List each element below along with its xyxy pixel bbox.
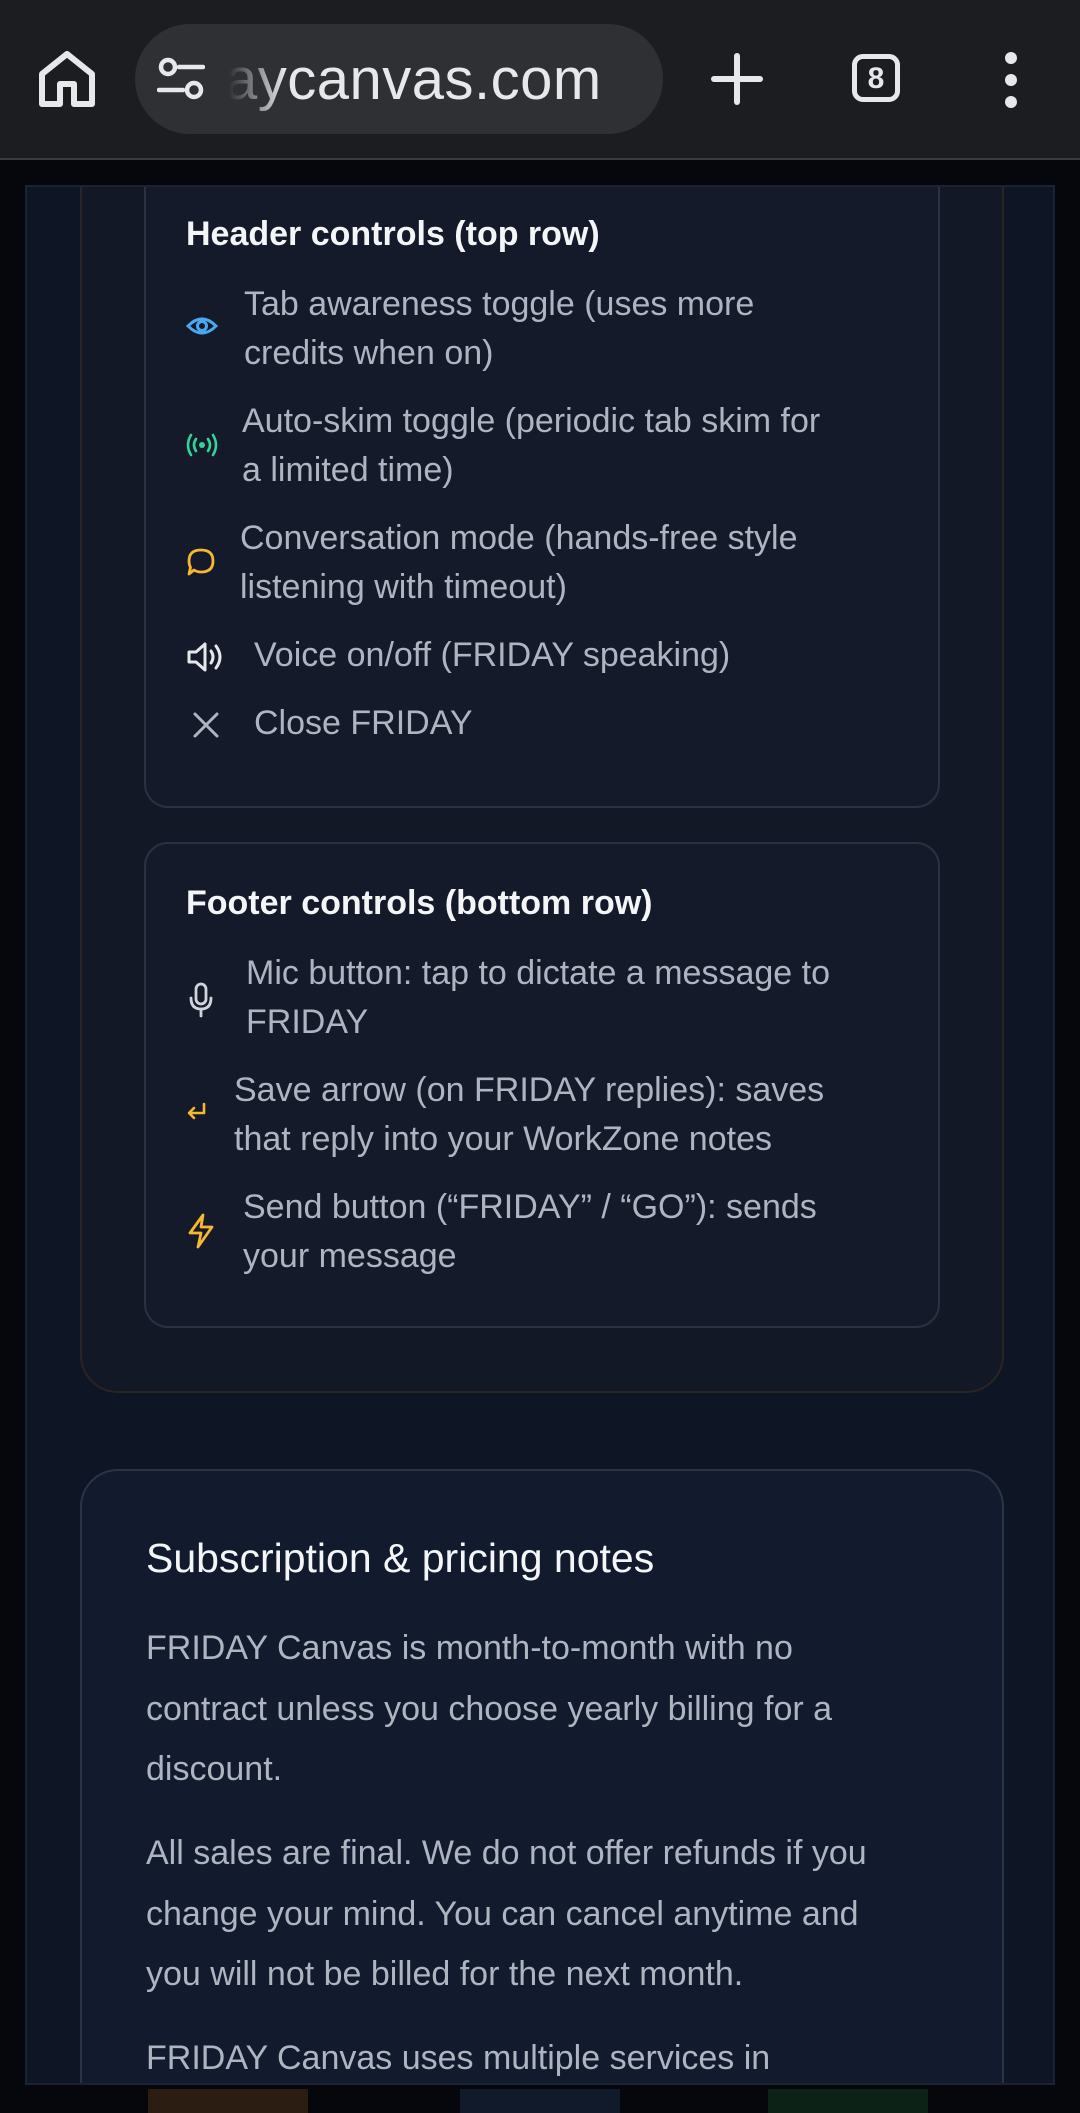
header-controls-card: Header controls (top row) Tab awareness … (144, 187, 940, 808)
list-item-text: Voice on/off (FRIDAY speaking) (254, 636, 731, 674)
speaker-icon (186, 640, 228, 679)
list-item-text: FRIDAY (246, 1003, 369, 1041)
mic-icon (186, 982, 216, 1023)
address-bar[interactable]: aycanvas.com (135, 24, 663, 134)
home-icon[interactable] (34, 46, 100, 112)
strip-segment (768, 2089, 928, 2113)
bottom-strip (0, 2085, 1080, 2113)
list-item-text: that reply into your WorkZone notes (234, 1120, 772, 1158)
list-item-text: Close FRIDAY (254, 704, 473, 742)
close-icon (192, 711, 220, 744)
more-vert-icon[interactable] (996, 50, 1026, 110)
list-item-text: Send button (“FRIDAY” / “GO”): sends (243, 1188, 817, 1226)
paragraph-line: FRIDAY Canvas uses multiple services in (146, 2039, 771, 2077)
subscription-card: Subscription & pricing notes FRIDAY Canv… (80, 1469, 1004, 2083)
broadcast-icon (186, 432, 218, 463)
paragraph-line: contract unless you choose yearly billin… (146, 1689, 833, 1728)
tune-icon[interactable] (156, 56, 206, 102)
subscription-paragraph: FRIDAY Canvas uses multiple services in (146, 2028, 946, 2083)
footer-controls-title: Footer controls (bottom row) (186, 884, 653, 922)
list-item-text: Mic button: tap to dictate a message to (246, 954, 830, 992)
tabs-icon[interactable]: 8 (852, 54, 900, 102)
browser-toolbar: aycanvas.com 8 (0, 0, 1080, 160)
paragraph-line: discount. (146, 1750, 283, 1788)
list-item-text: Save arrow (on FRIDAY replies): saves (234, 1071, 825, 1109)
lightning-icon (186, 1213, 216, 1254)
paragraph-line: All sales are final. We do not offer ref… (146, 1834, 867, 1872)
list-item-text: Tab awareness toggle (uses more (244, 285, 755, 323)
subscription-paragraph: FRIDAY Canvas is month-to-month with no … (146, 1618, 946, 1800)
subscription-title: Subscription & pricing notes (146, 1535, 655, 1581)
plus-icon[interactable] (708, 50, 766, 108)
strip-segment (460, 2089, 620, 2113)
subscription-paragraph: All sales are final. We do not offer ref… (146, 1823, 946, 2005)
list-item-text: credits when on) (244, 334, 494, 372)
list-item-text: listening with timeout) (240, 568, 567, 606)
eye-icon (185, 313, 219, 344)
paragraph-line: change your mind. You can cancel anytime… (146, 1894, 859, 1933)
url-fade (215, 24, 285, 134)
page-viewport: Header controls (top row) Tab awareness … (25, 185, 1055, 2085)
chat-bubble-icon (186, 547, 216, 582)
footer-controls-card: Footer controls (bottom row) Mic button:… (144, 842, 940, 1328)
strip-segment (148, 2089, 308, 2113)
paragraph-line: FRIDAY Canvas is month-to-month with no (146, 1629, 793, 1667)
header-controls-title: Header controls (top row) (186, 215, 600, 253)
list-item-text: your message (243, 1237, 457, 1275)
return-arrow-icon (186, 1102, 208, 1127)
list-item-text: Conversation mode (hands-free style (240, 519, 798, 557)
paragraph-line: you will not be billed for the next mont… (146, 1955, 744, 1993)
list-item-text: a limited time) (242, 451, 454, 489)
list-item-text: Auto-skim toggle (periodic tab skim for (242, 402, 821, 440)
